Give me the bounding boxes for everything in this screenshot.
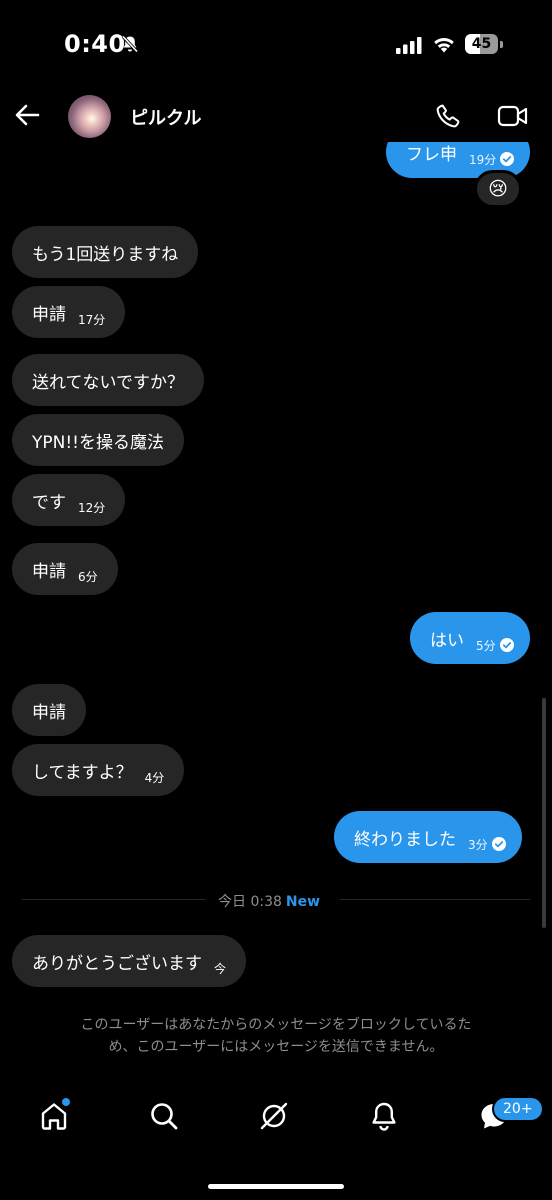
message-time: 今 (214, 961, 227, 976)
message-reaction[interactable]: 😢 (474, 170, 522, 208)
blocked-notice-line-2: め、このユーザーにはメッセージを送信できません。 (108, 1039, 444, 1055)
message-list[interactable]: フレ申 19分 😢 もう1回送りますね 申請 17分 送れてないですか？ YPN… (0, 142, 552, 1000)
message-bubble[interactable]: はい 5分 (410, 612, 530, 664)
chat-header: ピルクル (0, 90, 552, 142)
read-check-icon (499, 638, 514, 652)
message-bubble[interactable]: ありがとうございます 今 (12, 935, 247, 987)
message-bubble[interactable]: 終わりました 3分 (334, 811, 522, 863)
phone-icon[interactable] (434, 102, 462, 130)
scrollbar[interactable] (542, 698, 546, 928)
message-time: 6分 (78, 569, 98, 584)
message-text: 申請 (32, 702, 66, 723)
contact-avatar[interactable] (68, 95, 111, 138)
message-bubble[interactable]: 申請 (12, 684, 86, 736)
read-check-icon (500, 152, 515, 166)
bell-muted-icon (121, 35, 139, 53)
search-icon[interactable] (148, 1100, 180, 1132)
battery-level: 45 (471, 36, 492, 52)
battery-indicator: 45 (465, 34, 503, 54)
message-text: もう1回送りますね (32, 244, 179, 265)
home-notification-dot (62, 1098, 70, 1106)
bottom-nav: 20+ (0, 1084, 552, 1154)
message-bubble[interactable]: 申請 6分 (12, 543, 118, 595)
message-bubble[interactable]: してますよ？ 4分 (12, 744, 185, 796)
message-time: 3分 (468, 837, 488, 852)
home-indicator (208, 1184, 344, 1189)
wifi-icon (434, 37, 454, 53)
explore-icon[interactable] (258, 1100, 290, 1132)
message-text: 申請 (32, 304, 66, 325)
new-messages-divider: 今日 0:38 New (22, 888, 530, 912)
message-bubble[interactable]: もう1回送りますね (12, 226, 199, 278)
status-bar: 0:40 45 (0, 0, 552, 90)
signal-icon (396, 37, 422, 54)
message-text: 送れてないですか？ (32, 372, 184, 393)
message-bubble[interactable]: です 12分 (12, 474, 126, 526)
message-text: です (32, 492, 66, 513)
divider-label: 今日 0:38 New (218, 894, 321, 910)
message-time: 19分 (469, 152, 497, 167)
message-text: してますよ？ (32, 762, 133, 783)
message-bubble[interactable]: 申請 17分 (12, 286, 126, 338)
message-time: 4分 (144, 770, 165, 785)
message-time: 17分 (78, 312, 106, 327)
contact-name[interactable]: ピルクル (130, 104, 201, 130)
messages-badge: 20+ (492, 1096, 544, 1122)
blocked-notice-line-1: このユーザーはあなたからのメッセージをブロックしているた (80, 1017, 472, 1033)
message-text: フレ申 (406, 144, 457, 165)
status-time: 0:40 (64, 30, 126, 58)
read-check-icon (491, 837, 506, 851)
message-time: 5分 (476, 638, 496, 653)
message-text: はい (430, 630, 464, 651)
message-bubble[interactable]: 送れてないですか？ (12, 354, 204, 406)
message-text: 申請 (32, 561, 66, 582)
message-time: 12分 (78, 500, 106, 515)
message-bubble[interactable]: YPN!!を操る魔法 (12, 414, 184, 466)
message-text: ありがとうございます (32, 953, 202, 974)
blocked-notice: このユーザーはあなたからのメッセージをブロックしているた め、このユーザーにはメ… (0, 1014, 552, 1058)
new-label: New (285, 894, 321, 910)
notifications-icon[interactable] (368, 1100, 400, 1132)
video-call-icon[interactable] (497, 103, 529, 129)
message-text: 終わりました (354, 829, 456, 850)
message-text: YPN!!を操る魔法 (32, 432, 164, 453)
back-arrow-icon[interactable] (14, 102, 40, 128)
